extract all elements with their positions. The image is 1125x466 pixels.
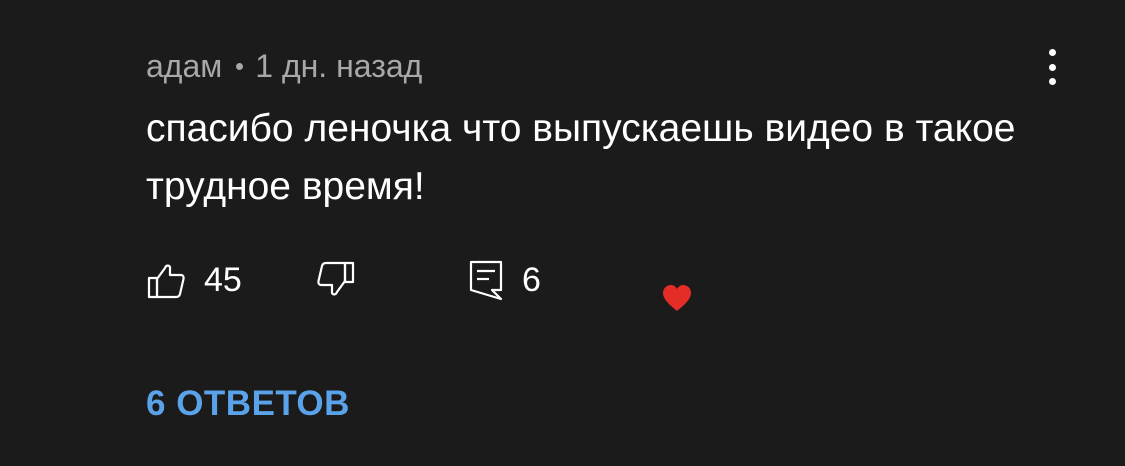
comment-actions: 45 6 [146, 256, 746, 311]
more-options-button[interactable] [1040, 44, 1064, 90]
comment-icon [469, 260, 503, 301]
comment-time: 1 дн. назад [255, 48, 423, 84]
view-replies-button[interactable]: 6 ОТВЕТОВ [146, 384, 350, 424]
reply-button[interactable]: 6 [468, 256, 541, 304]
separator-dot [236, 63, 244, 71]
more-vertical-icon [1048, 49, 1056, 56]
comment-text: спасибо леночка что выпускаешь видео в т… [146, 107, 1016, 208]
more-dot [1048, 63, 1056, 71]
author-name[interactable]: адам [146, 48, 222, 84]
creator-heart [662, 284, 692, 317]
thumbs-down-icon [317, 261, 355, 296]
comment-meta: адам 1 дн. назад [146, 44, 422, 88]
like-button[interactable]: 45 [146, 256, 242, 304]
thumbs-up-icon [147, 264, 185, 299]
comment-card: адам 1 дн. назад спасибо леночка что выпу… [0, 0, 1125, 466]
reply-count: 6 [522, 260, 541, 299]
dislike-button[interactable] [316, 256, 356, 304]
heart-icon [663, 285, 691, 311]
more-dot [1048, 78, 1056, 85]
like-count: 45 [204, 260, 242, 299]
